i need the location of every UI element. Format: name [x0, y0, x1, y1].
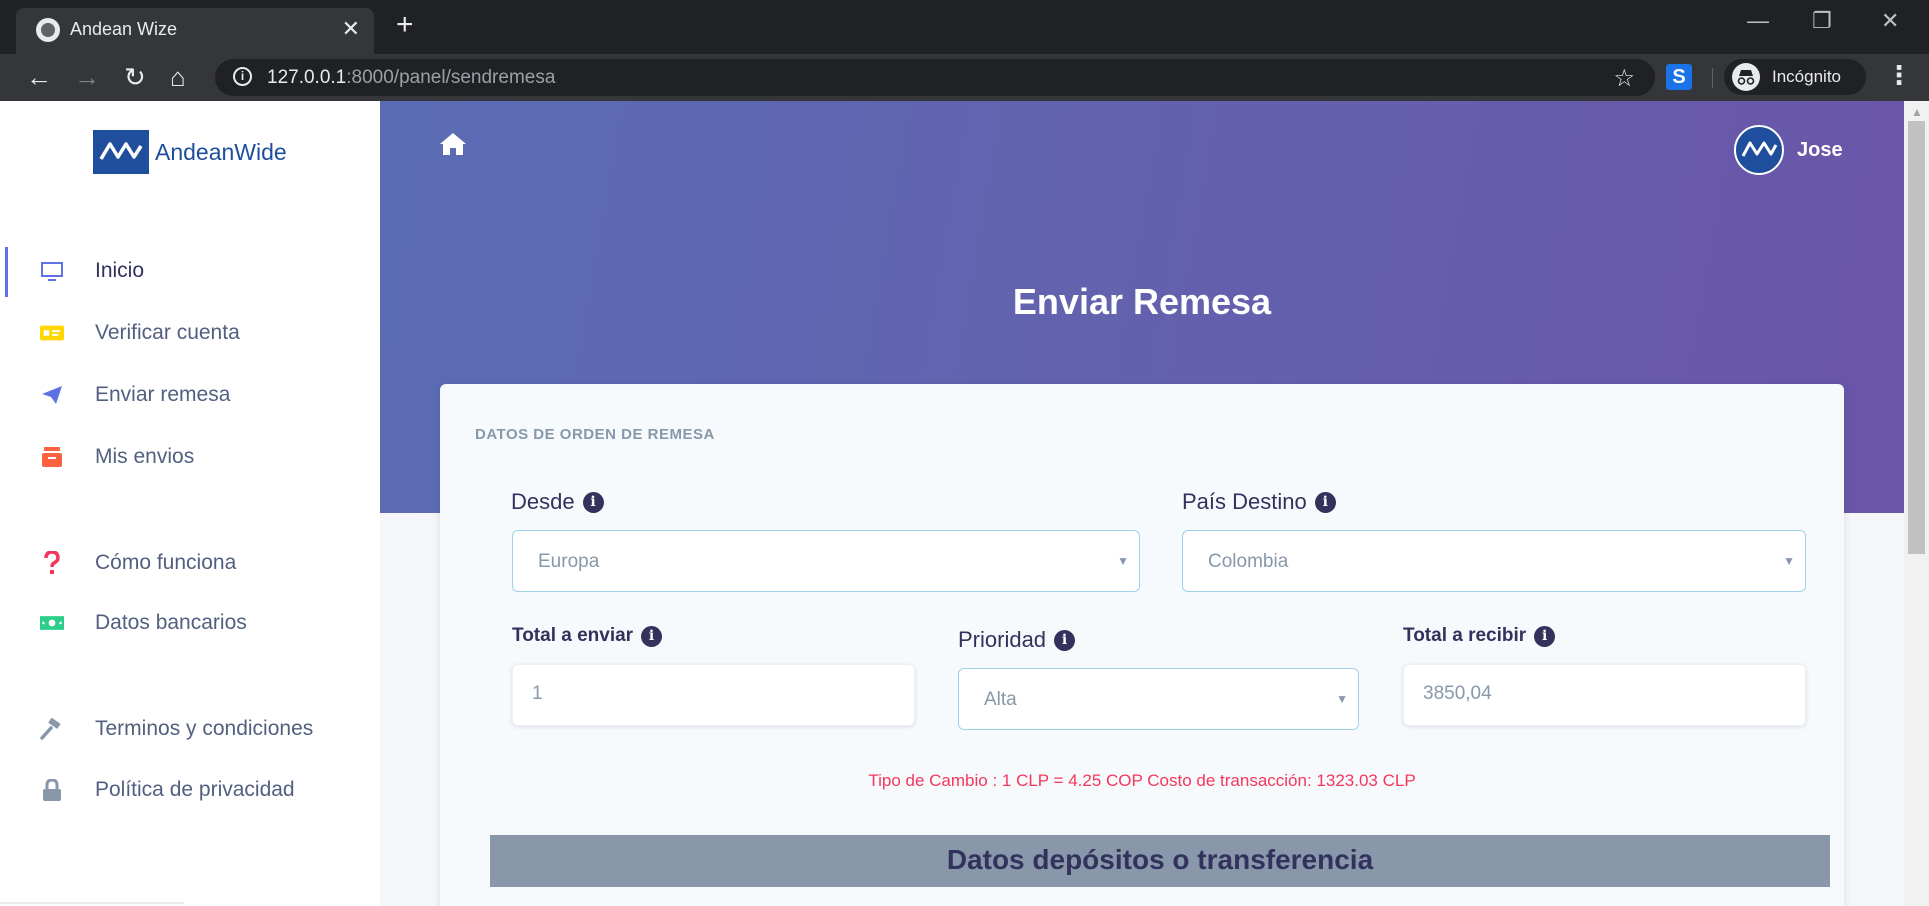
incognito-badge[interactable]: Incógnito — [1724, 59, 1866, 95]
total-recibir-label-text: Total a recibir — [1403, 625, 1527, 646]
brand[interactable]: AndeanWide — [93, 130, 287, 174]
sidebar-item-label: Datos bancarios — [95, 611, 247, 634]
exchange-rate-text: Tipo de Cambio : 1 CLP = 4.25 COP Costo … — [868, 771, 1416, 790]
deposit-section-header: Datos depósitos o transferencia — [490, 835, 1830, 887]
paper-plane-icon — [40, 383, 64, 407]
page-scrollbar[interactable]: ▲ — [1904, 101, 1929, 906]
incognito-label: Incógnito — [1772, 67, 1841, 86]
tab-close-icon[interactable]: ✕ — [342, 16, 360, 42]
archive-icon — [40, 445, 64, 469]
minimize-button[interactable]: — — [1747, 8, 1769, 34]
address-bar: ← → ↻ ⌂ i 127.0.0.1:8000/panel/sendremes… — [0, 54, 1929, 101]
total-enviar-label: Total a enviar i — [512, 625, 663, 647]
toolbar-separator — [1712, 68, 1713, 88]
sidebar-item-como-funciona[interactable]: Cómo funciona — [0, 541, 380, 585]
sidebar-divider — [0, 902, 184, 904]
info-icon[interactable]: i — [582, 491, 604, 513]
incognito-icon — [1732, 63, 1760, 91]
home-icon[interactable] — [439, 131, 467, 157]
lock-icon — [40, 778, 64, 802]
sidebar-item-enviar-remesa[interactable]: Enviar remesa — [0, 373, 380, 417]
desde-value: Europa — [538, 551, 600, 572]
url-host: 127.0.0.1 — [267, 67, 347, 88]
sidebar: AndeanWide Inicio Verificar cuenta Envia… — [0, 101, 380, 906]
sidebar-item-label: Verificar cuenta — [95, 321, 240, 344]
scrollbar-thumb[interactable] — [1908, 121, 1925, 554]
sidebar-item-label: Inicio — [95, 259, 145, 282]
sidebar-item-verificar-cuenta[interactable]: Verificar cuenta — [0, 311, 380, 355]
money-icon — [40, 611, 64, 635]
remesa-form-card: DATOS DE ORDEN DE REMESA Desde i Europa … — [440, 384, 1844, 906]
desde-label-text: Desde — [511, 489, 575, 514]
page-viewport: AndeanWide Inicio Verificar cuenta Envia… — [0, 101, 1904, 906]
total-recibir-label: Total a recibir i — [1403, 625, 1556, 647]
total-recibir-value: 3850,04 — [1423, 683, 1492, 704]
extension-s-icon[interactable]: S — [1666, 64, 1692, 90]
restore-button[interactable]: ❐ — [1812, 8, 1832, 34]
prioridad-select[interactable]: Alta ▼ — [958, 668, 1359, 730]
new-tab-button[interactable]: + — [396, 10, 414, 40]
section-title: DATOS DE ORDEN DE REMESA — [475, 426, 715, 443]
browser-menu-icon[interactable]: ⋮ — [1886, 62, 1912, 88]
tab-title: Andean Wize — [70, 19, 178, 39]
sidebar-item-inicio[interactable]: Inicio — [0, 249, 380, 293]
home-icon[interactable]: ⌂ — [170, 63, 186, 91]
chevron-down-icon: ▼ — [1783, 554, 1795, 568]
forward-icon[interactable]: → — [74, 63, 100, 91]
pais-destino-select[interactable]: Colombia ▼ — [1182, 530, 1806, 592]
browser-tab-bar: Andean Wize ✕ + — ❐ ✕ — [0, 0, 1929, 54]
username: Jose — [1797, 138, 1843, 161]
sidebar-item-label: Terminos y condiciones — [95, 717, 314, 740]
desde-select[interactable]: Europa ▼ — [512, 530, 1140, 592]
info-icon[interactable]: i — [1534, 625, 1556, 647]
page-title: Enviar Remesa — [1012, 281, 1272, 322]
question-icon — [40, 551, 64, 575]
info-icon[interactable]: i — [1314, 491, 1336, 513]
scroll-up-icon[interactable]: ▲ — [1911, 105, 1923, 119]
reload-icon[interactable]: ↻ — [124, 63, 146, 91]
total-recibir-input[interactable]: 3850,04 — [1403, 664, 1806, 726]
brand-name: AndeanWide — [155, 138, 287, 165]
info-icon[interactable]: i — [641, 625, 663, 647]
chevron-down-icon: ▼ — [1336, 692, 1348, 706]
total-enviar-value: 1 — [532, 683, 543, 704]
total-enviar-label-text: Total a enviar — [512, 625, 634, 646]
pais-destino-label: País Destino i — [1182, 489, 1336, 515]
monitor-icon — [40, 259, 64, 283]
chevron-down-icon: ▼ — [1117, 554, 1129, 568]
incognito-favicon-icon — [36, 18, 60, 42]
sidebar-item-terminos[interactable]: Terminos y condiciones — [0, 707, 380, 751]
sidebar-item-privacidad[interactable]: Política de privacidad — [0, 768, 380, 812]
url-input[interactable]: i 127.0.0.1:8000/panel/sendremesa ☆ — [215, 59, 1655, 96]
andeanwide-logo-icon — [93, 130, 149, 174]
prioridad-value: Alta — [984, 689, 1017, 710]
url-path: :8000/panel/sendremesa — [346, 67, 556, 88]
avatar — [1734, 125, 1784, 175]
user-menu[interactable]: Jose — [1734, 125, 1843, 175]
site-info-icon[interactable]: i — [233, 67, 252, 86]
id-card-icon — [40, 321, 64, 345]
back-icon[interactable]: ← — [26, 63, 52, 91]
sidebar-item-datos-bancarios[interactable]: Datos bancarios — [0, 601, 380, 645]
sidebar-item-label: Mis envios — [95, 445, 195, 468]
prioridad-label: Prioridad i — [958, 627, 1076, 653]
pais-destino-label-text: País Destino — [1182, 489, 1307, 514]
sidebar-item-label: Enviar remesa — [95, 383, 231, 406]
sidebar-item-mis-envios[interactable]: Mis envios — [0, 435, 380, 479]
url-text: 127.0.0.1:8000/panel/sendremesa — [267, 67, 555, 89]
browser-tab[interactable]: Andean Wize ✕ — [16, 8, 374, 54]
window-close-button[interactable]: ✕ — [1881, 8, 1899, 34]
prioridad-label-text: Prioridad — [958, 627, 1047, 652]
desde-label: Desde i — [511, 489, 604, 515]
gavel-icon — [40, 717, 64, 741]
info-icon[interactable]: i — [1054, 629, 1076, 651]
sidebar-item-label: Política de privacidad — [95, 778, 295, 801]
pais-destino-value: Colombia — [1208, 551, 1289, 572]
total-enviar-input[interactable]: 1 — [512, 664, 915, 726]
sidebar-item-label: Cómo funciona — [95, 551, 237, 574]
bookmark-star-icon[interactable]: ☆ — [1613, 64, 1635, 93]
